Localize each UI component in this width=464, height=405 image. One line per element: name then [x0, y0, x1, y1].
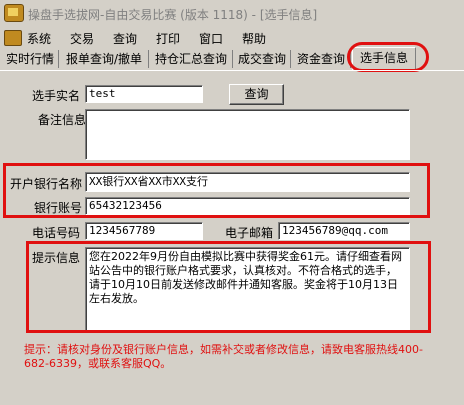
email-label: 电子邮箱	[225, 226, 274, 240]
bank-name-label: 开户银行名称	[10, 177, 83, 191]
bank-name-field[interactable]: XX银行XX省XX市XX支行	[85, 172, 410, 192]
remark-field[interactable]	[85, 109, 410, 160]
tab-bar: 实时行情 报单查询/撤单 持仓汇总查询 成交查询 资金查询 选手信息	[0, 47, 464, 70]
menu-query[interactable]: 查询	[113, 30, 137, 47]
query-button[interactable]: 查询	[229, 84, 284, 105]
tab-player-info[interactable]: 选手信息	[352, 47, 416, 70]
tab-trade-query[interactable]: 成交查询	[234, 50, 291, 68]
email-field[interactable]: 123456789@qq.com	[278, 222, 410, 240]
menu-bar: 系统 交易 查询 打印 窗口 帮助	[0, 28, 464, 48]
menu-trade[interactable]: 交易	[70, 30, 94, 47]
name-label: 选手实名	[32, 89, 81, 103]
app-icon	[4, 4, 24, 22]
hint-text: 提示：请核对身份及银行账户信息，如需补交或者修改信息，请致电客服热线400-68…	[24, 343, 423, 370]
menu-system[interactable]: 系统	[27, 30, 51, 47]
phone-label: 电话号码	[32, 226, 81, 240]
notice-label: 提示信息	[32, 251, 81, 265]
tab-order-query[interactable]: 报单查询/撤单	[60, 50, 149, 68]
account-field[interactable]: 65432123456	[85, 197, 410, 215]
menu-app-icon	[4, 30, 22, 46]
window-title: 操盘手选拔网-自由交易比赛 (版本 1118) - [选手信息]	[28, 8, 318, 22]
menu-help[interactable]: 帮助	[242, 30, 266, 47]
name-field[interactable]: test	[85, 85, 203, 103]
tab-position-summary[interactable]: 持仓汇总查询	[150, 50, 233, 68]
menu-window[interactable]: 窗口	[199, 30, 223, 47]
tab-funds-query[interactable]: 资金查询	[292, 50, 351, 68]
notice-field[interactable]: 您在2022年9月份自由模拟比赛中获得奖金61元。请仔细查看网站公告中的银行账户…	[85, 247, 410, 333]
tab-realtime-quotes[interactable]: 实时行情	[2, 50, 59, 68]
title-bar: 操盘手选拔网-自由交易比赛 (版本 1118) - [选手信息]	[0, 0, 464, 26]
account-label: 银行账号	[34, 201, 83, 215]
menu-print[interactable]: 打印	[156, 30, 180, 47]
phone-field[interactable]: 1234567789	[85, 222, 203, 240]
